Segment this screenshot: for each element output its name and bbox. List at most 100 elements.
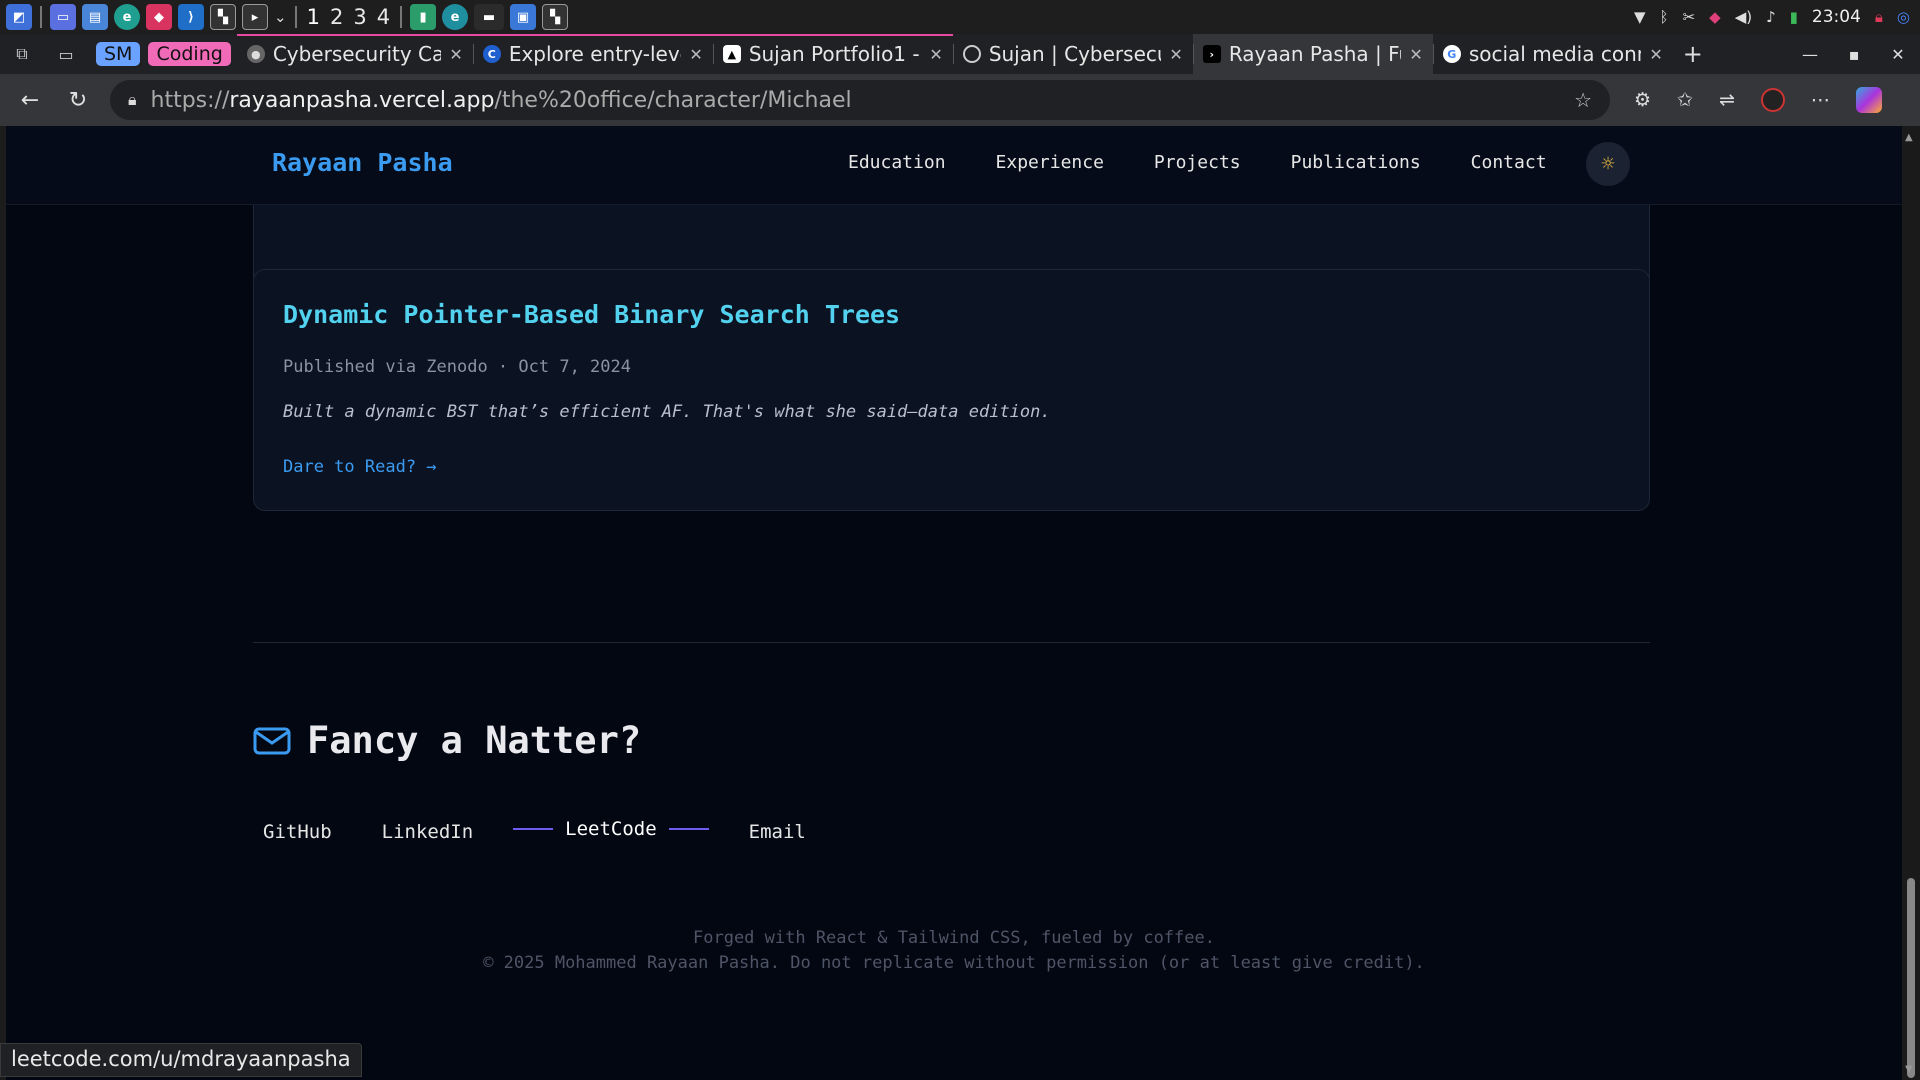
nav-contact[interactable]: Contact	[1471, 152, 1547, 173]
nav-projects[interactable]: Projects	[1154, 152, 1241, 173]
workspace-2[interactable]: 2	[328, 5, 345, 29]
tab-cybersecurity[interactable]: ● Cybersecurity Care ✕	[236, 34, 473, 74]
lock-icon[interactable]: 🔒︎	[1875, 8, 1883, 26]
vertical-tabs-icon[interactable]: ▭	[44, 34, 88, 74]
tab-title: Sujan Portfolio1 - V	[748, 42, 922, 66]
volume-icon[interactable]: ◀)	[1735, 8, 1752, 26]
new-tab-button[interactable]: +	[1673, 40, 1713, 68]
contact-heading: Fancy a Natter?	[253, 719, 641, 762]
tab-sujan-portfolio[interactable]: ▲ Sujan Portfolio1 - V ✕	[712, 34, 953, 74]
page-scrollbar[interactable]: ▲ ▼	[1902, 126, 1920, 1080]
tab-group-sm[interactable]: SM	[96, 42, 141, 66]
section-divider	[253, 642, 1650, 643]
taskbar-separator	[400, 6, 403, 28]
close-icon[interactable]: ✕	[1409, 45, 1422, 64]
maximize-icon[interactable]: ▪	[1832, 45, 1876, 64]
close-icon[interactable]: ✕	[449, 45, 462, 64]
chevron-down-icon[interactable]: ⌄	[274, 8, 287, 26]
read-publication-link[interactable]: Dare to Read? →	[283, 457, 437, 477]
profile-avatar[interactable]	[1760, 88, 1785, 112]
taskbar-separator	[294, 6, 297, 28]
close-icon[interactable]: ✕	[689, 45, 702, 64]
tools-icon[interactable]: ✂	[1683, 8, 1696, 26]
edge-running-icon[interactable]: e	[442, 4, 469, 30]
site-header: Rayaan Pasha Education Experience Projec…	[6, 126, 1902, 205]
browser-tab-strip: ⧉ ▭ SM Coding ● Cybersecurity Care ✕ C E…	[0, 34, 1920, 74]
workspace-1[interactable]: 1	[305, 5, 322, 29]
power-icon[interactable]: ◎	[1897, 8, 1910, 26]
nav-publications[interactable]: Publications	[1291, 152, 1421, 173]
email-link[interactable]: Email	[749, 821, 806, 843]
back-icon[interactable]: ←	[6, 88, 54, 113]
app-window-icon[interactable]: ▣	[510, 4, 537, 30]
app-launcher-icon[interactable]: ◩	[6, 4, 32, 30]
reload-icon[interactable]: ↻	[54, 88, 102, 113]
close-icon[interactable]: ✕	[1169, 45, 1182, 64]
tab-title: Cybersecurity Care	[272, 42, 442, 66]
terminal-running-icon[interactable]: ▚	[542, 4, 569, 30]
wifi-icon[interactable]: ▼	[1634, 8, 1646, 26]
address-bar[interactable]: 🔒︎ https://rayaanpasha.vercel.app/the%20…	[110, 80, 1610, 120]
workspace-3[interactable]: 3	[351, 5, 368, 29]
favorites-icon[interactable]: ✩	[1677, 89, 1693, 111]
hover-underline-left	[513, 828, 554, 830]
close-window-icon[interactable]: ✕	[1876, 45, 1920, 64]
bluetooth-icon[interactable]: ᛒ	[1660, 8, 1669, 26]
edge-icon[interactable]: e	[114, 4, 140, 30]
url-scheme: https://	[150, 87, 230, 113]
mail-icon	[253, 727, 291, 754]
more-menu-icon[interactable]: ⋯	[1811, 89, 1830, 111]
vscode-icon[interactable]: ⟩	[178, 4, 204, 30]
theme-toggle-button[interactable]: ☼	[1586, 142, 1630, 186]
link-status-bubble: leetcode.com/u/mdrayaanpasha	[0, 1043, 362, 1077]
desktop-icon[interactable]: ▭	[50, 4, 76, 30]
app-tray-icon[interactable]: ◆	[1709, 8, 1721, 26]
url-host: rayaanpasha.vercel.app	[229, 87, 495, 113]
terminal-dropdown-icon[interactable]: ▸	[242, 4, 268, 30]
site-nav: Education Experience Projects Publicatio…	[848, 152, 1547, 173]
workspaces-icon[interactable]: ⧉	[0, 34, 44, 74]
share-icon[interactable]: ⇌	[1719, 89, 1735, 111]
hover-underline-right	[668, 828, 709, 830]
file-manager-icon[interactable]: ▤	[82, 4, 108, 30]
tab-rayaan-pasha[interactable]: › Rayaan Pasha | Ful ✕	[1192, 34, 1433, 74]
window-preview-icon[interactable]: ▬	[474, 4, 505, 30]
leetcode-label: LeetCode	[565, 818, 657, 840]
linkedin-link[interactable]: LinkedIn	[382, 821, 474, 843]
workspace-4[interactable]: 4	[375, 5, 392, 29]
running-app-icon[interactable]: ▮	[410, 4, 437, 30]
lock-icon[interactable]: 🔒︎	[128, 90, 137, 110]
favorite-star-icon[interactable]: ☆	[1574, 88, 1592, 112]
scroll-up-icon[interactable]: ▲	[1905, 132, 1913, 143]
site-brand[interactable]: Rayaan Pasha	[272, 148, 453, 177]
tab-group-coding[interactable]: Coding	[148, 42, 231, 66]
extensions-icon[interactable]: ⚙	[1634, 89, 1651, 111]
terminal-icon[interactable]: ▚	[210, 4, 236, 30]
footer-credit: Forged with React & Tailwind CSS, fueled…	[693, 928, 1215, 948]
close-icon[interactable]: ✕	[1649, 45, 1662, 64]
publication-card: Dynamic Pointer-Based Binary Search Tree…	[253, 269, 1650, 511]
copilot-icon[interactable]	[1855, 87, 1882, 113]
minimize-icon[interactable]: —	[1788, 45, 1832, 64]
leetcode-link[interactable]: LeetCode	[513, 818, 709, 840]
github-link[interactable]: GitHub	[263, 821, 332, 843]
google-icon: G	[1442, 45, 1461, 63]
scroll-down-icon[interactable]: ▼	[1905, 1064, 1913, 1075]
tab-sujan-cyber[interactable]: Sujan | Cybersecur ✕	[952, 34, 1193, 74]
bell-icon[interactable]: ♪	[1766, 8, 1776, 26]
tab-title: Sujan | Cybersecur	[988, 42, 1162, 66]
globe-icon	[962, 45, 981, 63]
close-icon[interactable]: ✕	[929, 45, 942, 64]
tab-explore[interactable]: C Explore entry-leve ✕	[472, 34, 713, 74]
globe-icon: ●	[246, 45, 265, 63]
clock[interactable]: 23:04	[1812, 7, 1861, 27]
tab-title: social media conn	[1468, 42, 1642, 66]
tab-social-media[interactable]: G social media conn ✕	[1432, 34, 1673, 74]
terminal-icon: ›	[1202, 45, 1221, 63]
nav-experience[interactable]: Experience	[996, 152, 1104, 173]
scrollbar-thumb[interactable]	[1907, 878, 1915, 1078]
app-cube-icon[interactable]: ◆	[146, 4, 172, 30]
url-path: /the%20office/character/Michael	[494, 87, 852, 113]
battery-icon[interactable]: ▮	[1790, 8, 1798, 26]
nav-education[interactable]: Education	[848, 152, 946, 173]
